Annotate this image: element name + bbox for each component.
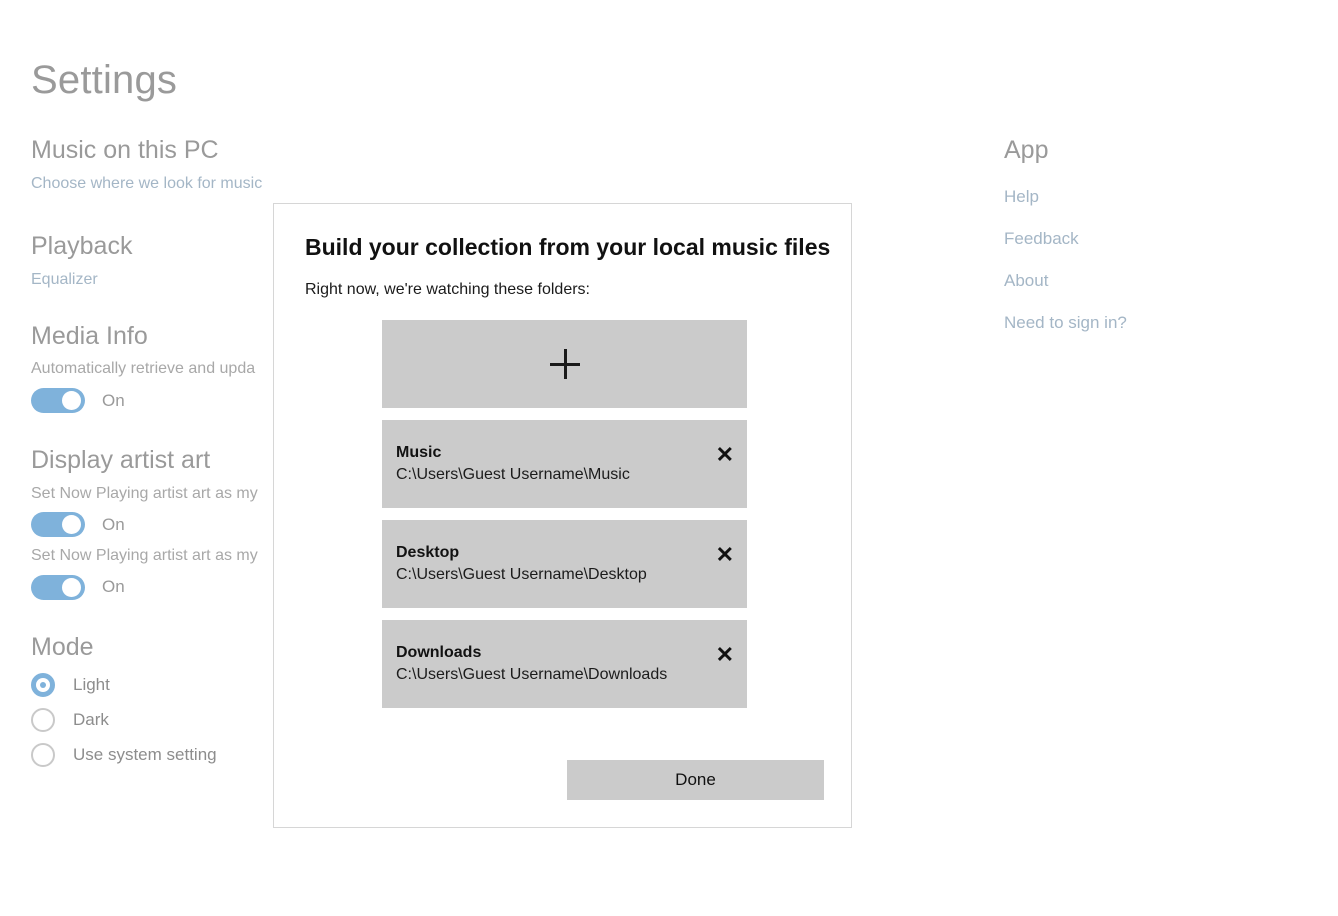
folder-path: C:\Users\Guest Username\Music: [396, 466, 630, 483]
app-column: App Help Feedback About Need to sign in?: [1004, 136, 1304, 333]
folder-item-desktop: Desktop C:\Users\Guest Username\Desktop …: [382, 520, 747, 608]
close-icon[interactable]: ✕: [716, 544, 734, 566]
folder-name: Music: [396, 444, 442, 462]
build-collection-dialog: Build your collection from your local mu…: [273, 203, 852, 828]
folder-path: C:\Users\Guest Username\Downloads: [396, 666, 668, 683]
plus-icon: [549, 349, 580, 379]
section-heading-app: App: [1004, 136, 1049, 164]
radio-unselected-icon: [31, 742, 55, 767]
artist-art-toggle-2[interactable]: [31, 574, 85, 600]
folder-path: C:\Users\Guest Username\Desktop: [396, 566, 647, 583]
app-link-feedback[interactable]: Feedback: [1004, 229, 1304, 249]
watched-folder-list: Music C:\Users\Guest Username\Music ✕ De…: [382, 320, 747, 708]
mode-option-label-light: Light: [73, 674, 110, 694]
folder-name: Downloads: [396, 644, 482, 662]
mode-option-label-system: Use system setting: [73, 744, 217, 764]
app-link-help[interactable]: Help: [1004, 187, 1304, 207]
app-link-about[interactable]: About: [1004, 271, 1304, 291]
media-info-toggle[interactable]: [31, 388, 85, 414]
page-title: Settings: [31, 58, 178, 102]
artist-art-toggle-label-1: On: [102, 514, 125, 534]
toggle-knob-icon: [62, 391, 81, 411]
folder-item-music: Music C:\Users\Guest Username\Music ✕: [382, 420, 747, 508]
folder-name: Desktop: [396, 544, 460, 562]
folder-item-downloads: Downloads C:\Users\Guest Username\Downlo…: [382, 620, 747, 708]
media-info-toggle-label: On: [102, 390, 125, 410]
artist-art-toggle-label-2: On: [102, 577, 125, 597]
artist-art-toggle-1[interactable]: [31, 512, 85, 538]
section-music-on-this-pc: Music on this PC Choose where we look fo…: [31, 136, 331, 192]
settings-page: Settings Music on this PC Choose where w…: [0, 0, 1338, 916]
dialog-title: Build your collection from your local mu…: [305, 234, 831, 260]
radio-unselected-icon: [31, 707, 55, 732]
done-button[interactable]: Done: [567, 760, 824, 800]
section-heading-music: Music on this PC: [31, 136, 219, 164]
mode-option-label-dark: Dark: [73, 709, 109, 729]
close-icon[interactable]: ✕: [716, 444, 734, 466]
toggle-knob-icon: [62, 577, 81, 597]
dialog-subtitle: Right now, we're watching these folders:: [305, 281, 590, 298]
toggle-knob-icon: [62, 515, 81, 535]
link-choose-music-location[interactable]: Choose where we look for music: [31, 175, 331, 193]
radio-selected-icon: [31, 672, 55, 697]
add-folder-button[interactable]: [382, 320, 747, 408]
app-link-need-to-sign-in[interactable]: Need to sign in?: [1004, 313, 1304, 333]
close-icon[interactable]: ✕: [716, 644, 734, 666]
